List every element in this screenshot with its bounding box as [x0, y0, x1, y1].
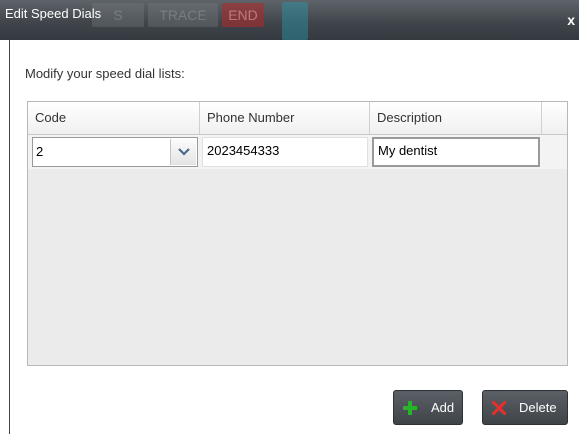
- dropdown-button[interactable]: [170, 139, 196, 165]
- dialog-title: Edit Speed Dials: [5, 6, 102, 21]
- dialog-titlebar[interactable]: S TRACE END Edit Speed Dials x: [0, 0, 579, 40]
- edit-speed-dials-dialog: S TRACE END Edit Speed Dials x Modify yo…: [0, 0, 579, 434]
- x-icon: [492, 401, 506, 415]
- delete-button[interactable]: Delete: [482, 390, 568, 425]
- dialog-left-border: [9, 40, 10, 434]
- background-button: END: [222, 3, 264, 27]
- column-header-phone-number[interactable]: Phone Number: [200, 102, 370, 134]
- code-value: 2: [36, 144, 44, 159]
- column-header-filler: [542, 102, 567, 134]
- delete-button-label: Delete: [519, 400, 557, 415]
- table-row[interactable]: 2 2023454333 My dentist: [28, 135, 567, 169]
- code-select[interactable]: 2: [32, 137, 198, 167]
- add-button-label: Add: [431, 400, 455, 415]
- plus-icon: [403, 401, 417, 415]
- instructions-text: Modify your speed dial lists:: [25, 66, 185, 81]
- description-field[interactable]: My dentist: [372, 137, 540, 167]
- phone-number-field[interactable]: 2023454333: [202, 137, 368, 167]
- add-button[interactable]: Add: [393, 390, 463, 425]
- chevron-down-icon: [178, 148, 190, 156]
- column-header-code[interactable]: Code: [28, 102, 200, 134]
- background-button: [282, 2, 308, 40]
- column-header-description[interactable]: Description: [370, 102, 542, 134]
- table-header: Code Phone Number Description: [28, 102, 567, 135]
- close-button[interactable]: x: [567, 13, 575, 27]
- speed-dial-table: Code Phone Number Description 2 20234543…: [27, 101, 568, 366]
- background-button: TRACE: [148, 3, 218, 27]
